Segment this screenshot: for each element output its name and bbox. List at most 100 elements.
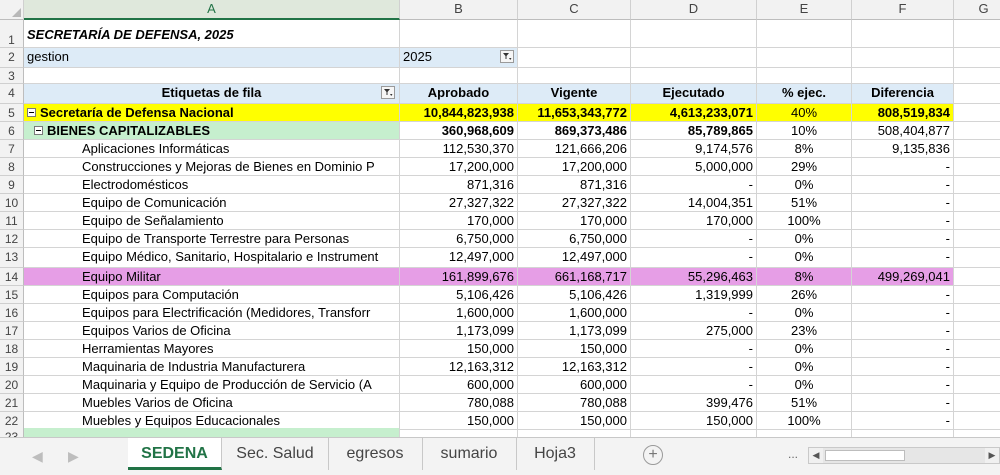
row-header[interactable]: 8: [0, 158, 24, 176]
row-header[interactable]: 16: [0, 304, 24, 322]
tab-hoja3[interactable]: Hoja3: [516, 438, 595, 470]
cell[interactable]: [757, 428, 852, 437]
cell[interactable]: [954, 268, 1000, 286]
cell[interactable]: [954, 230, 1000, 248]
spreadsheet-grid[interactable]: A B C D E F G 1 SECRETARÍA DE DEFENSA, 2…: [0, 0, 1000, 437]
cell[interactable]: [400, 428, 518, 437]
column-header-b[interactable]: B: [400, 0, 518, 20]
cell-pct-ejec[interactable]: 0%: [757, 230, 852, 248]
cell-pct-ejec[interactable]: 0%: [757, 304, 852, 322]
row-label-cell[interactable]: Electrodomésticos: [24, 176, 400, 194]
cell-aprobado[interactable]: 6,750,000: [400, 230, 518, 248]
horizontal-scrollbar[interactable]: ◀ ▶: [808, 447, 1000, 464]
row-header[interactable]: 14: [0, 268, 24, 286]
cell-vigente[interactable]: 1,173,099: [518, 322, 631, 340]
scroll-thumb[interactable]: [825, 450, 905, 461]
cell[interactable]: [24, 68, 400, 84]
cell[interactable]: [954, 48, 1000, 68]
cell-pct-ejec[interactable]: 23%: [757, 322, 852, 340]
column-header-a[interactable]: A: [24, 0, 400, 20]
filter-dropdown-button[interactable]: [500, 50, 514, 63]
cell-diferencia[interactable]: -: [852, 340, 954, 358]
row-label-cell[interactable]: Equipo de Señalamiento: [24, 212, 400, 230]
tab-sumario[interactable]: sumario: [422, 438, 517, 470]
cell-ejecutado[interactable]: -: [631, 230, 757, 248]
row-header[interactable]: 12: [0, 230, 24, 248]
cell[interactable]: [852, 48, 954, 68]
cell-pct-ejec[interactable]: 8%: [757, 268, 852, 286]
select-all-corner[interactable]: [0, 0, 24, 20]
cell-pct-ejec[interactable]: 40%: [757, 104, 852, 122]
collapse-minus-icon[interactable]: [34, 126, 43, 136]
header-vigente[interactable]: Vigente: [518, 84, 631, 104]
cell[interactable]: [954, 286, 1000, 304]
row-label-cell[interactable]: Herramientas Mayores: [24, 340, 400, 358]
row-header[interactable]: 15: [0, 286, 24, 304]
row-labels-filter-button[interactable]: [381, 86, 395, 99]
cell-aprobado[interactable]: 10,844,823,938: [400, 104, 518, 122]
cell-pct-ejec[interactable]: 29%: [757, 158, 852, 176]
filter-value-cell[interactable]: 2025: [400, 48, 518, 68]
row-header[interactable]: 23: [0, 428, 24, 437]
cell-ejecutado[interactable]: 55,296,463: [631, 268, 757, 286]
cell-ejecutado[interactable]: 14,004,351: [631, 194, 757, 212]
cell-pct-ejec[interactable]: 0%: [757, 340, 852, 358]
cell-aprobado[interactable]: 1,173,099: [400, 322, 518, 340]
scroll-right-icon[interactable]: ▶: [985, 448, 999, 463]
cell-diferencia[interactable]: 808,519,834: [852, 104, 954, 122]
cell-ejecutado[interactable]: 4,613,233,071: [631, 104, 757, 122]
cell-diferencia[interactable]: -: [852, 158, 954, 176]
tab-ellipsis[interactable]: ...: [788, 447, 798, 461]
cell-ejecutado[interactable]: 275,000: [631, 322, 757, 340]
cell[interactable]: [954, 212, 1000, 230]
cell-aprobado[interactable]: 161,899,676: [400, 268, 518, 286]
cell[interactable]: [631, 48, 757, 68]
row-label-cell[interactable]: Equipos Varios de Oficina: [24, 322, 400, 340]
cell[interactable]: [954, 340, 1000, 358]
row-label-cell[interactable]: BIENES CAPITALIZABLES: [24, 122, 400, 140]
header-ejecutado[interactable]: Ejecutado: [631, 84, 757, 104]
cell-ejecutado[interactable]: 170,000: [631, 212, 757, 230]
cell-aprobado[interactable]: 871,316: [400, 176, 518, 194]
cell-aprobado[interactable]: 112,530,370: [400, 140, 518, 158]
cell-aprobado[interactable]: 780,088: [400, 394, 518, 412]
cell[interactable]: [954, 376, 1000, 394]
cell[interactable]: [757, 68, 852, 84]
column-header-g[interactable]: G: [954, 0, 1000, 20]
cell-aprobado[interactable]: 360,968,609: [400, 122, 518, 140]
cell-pct-ejec[interactable]: 0%: [757, 176, 852, 194]
cell-vigente[interactable]: 600,000: [518, 376, 631, 394]
cell-diferencia[interactable]: 499,269,041: [852, 268, 954, 286]
cell-aprobado[interactable]: 5,106,426: [400, 286, 518, 304]
cell-vigente[interactable]: 17,200,000: [518, 158, 631, 176]
column-header-d[interactable]: D: [631, 0, 757, 20]
cell-vigente[interactable]: 5,106,426: [518, 286, 631, 304]
cell-aprobado[interactable]: 1,600,000: [400, 304, 518, 322]
cell[interactable]: [954, 304, 1000, 322]
cell-vigente[interactable]: 170,000: [518, 212, 631, 230]
cell-diferencia[interactable]: -: [852, 286, 954, 304]
cell-diferencia[interactable]: 508,404,877: [852, 122, 954, 140]
cell-pct-ejec[interactable]: 0%: [757, 358, 852, 376]
cell[interactable]: [631, 20, 757, 48]
cell[interactable]: [954, 122, 1000, 140]
cell[interactable]: [852, 20, 954, 48]
cell-aprobado[interactable]: 170,000: [400, 212, 518, 230]
cell-diferencia[interactable]: -: [852, 304, 954, 322]
row-header[interactable]: 11: [0, 212, 24, 230]
row-header[interactable]: 2: [0, 48, 24, 68]
cell[interactable]: [631, 428, 757, 437]
cell-vigente[interactable]: 11,653,343,772: [518, 104, 631, 122]
cell[interactable]: [24, 428, 400, 437]
row-label-cell[interactable]: Maquinaria de Industria Manufacturera: [24, 358, 400, 376]
cell-ejecutado[interactable]: 399,476: [631, 394, 757, 412]
cell-vigente[interactable]: 780,088: [518, 394, 631, 412]
cell-diferencia[interactable]: -: [852, 230, 954, 248]
row-header[interactable]: 4: [0, 84, 24, 104]
add-sheet-button[interactable]: +: [643, 445, 663, 465]
header-aprobado[interactable]: Aprobado: [400, 84, 518, 104]
cell[interactable]: [518, 20, 631, 48]
cell[interactable]: [954, 358, 1000, 376]
cell-ejecutado[interactable]: -: [631, 304, 757, 322]
cell-aprobado[interactable]: 12,163,312: [400, 358, 518, 376]
